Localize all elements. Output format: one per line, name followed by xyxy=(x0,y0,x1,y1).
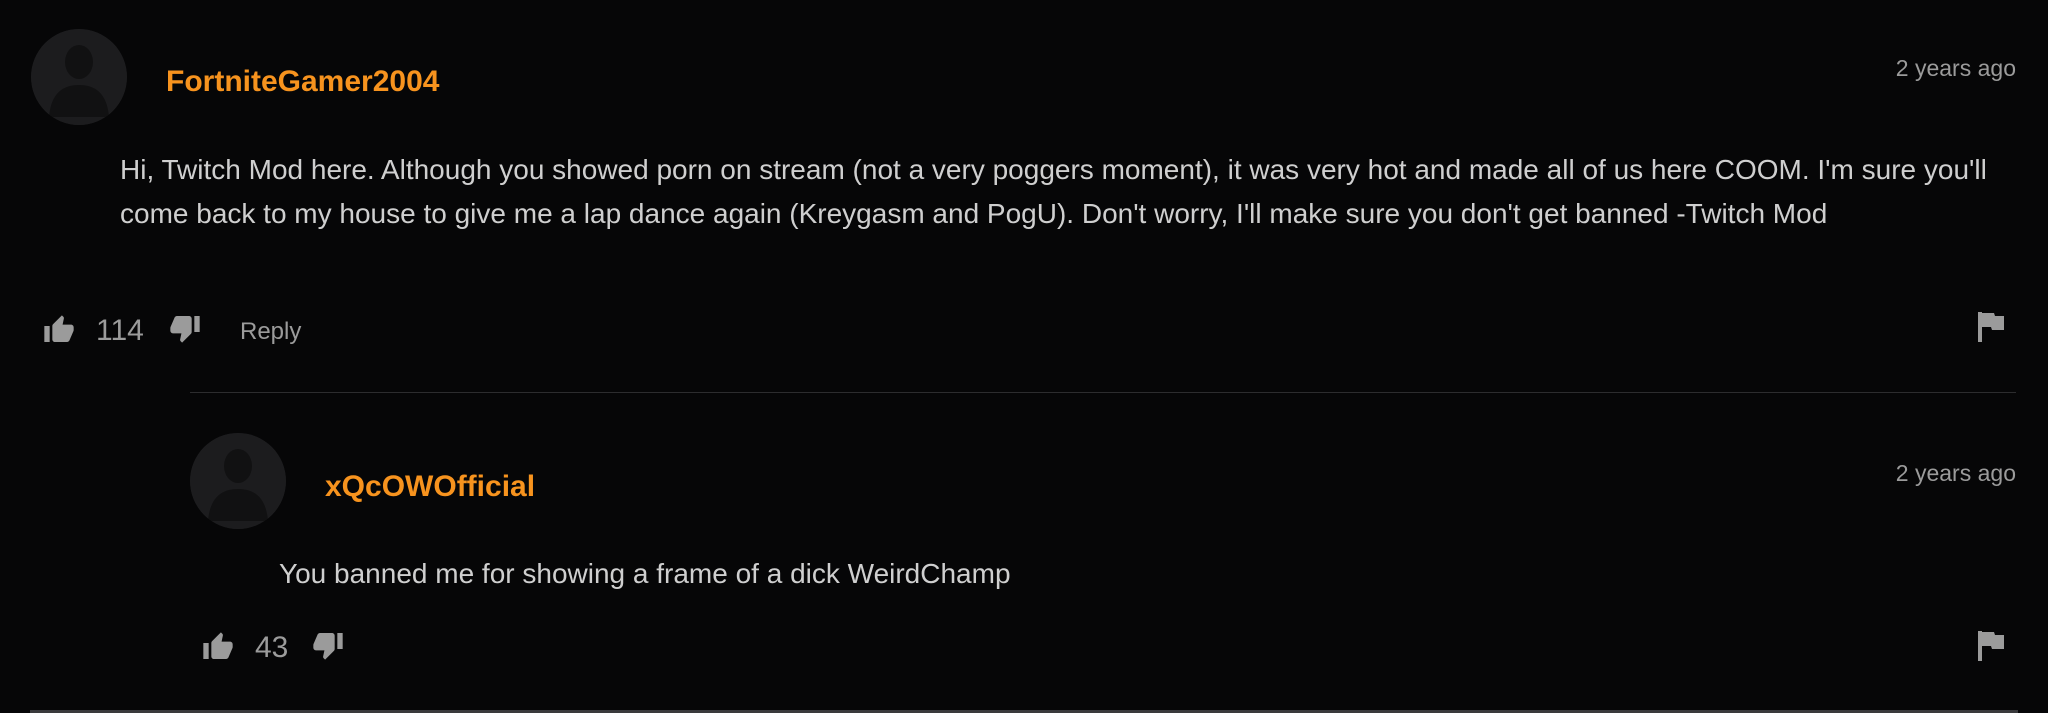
flag-icon[interactable] xyxy=(1978,631,2004,666)
user-avatar-icon[interactable] xyxy=(31,29,127,125)
comment-username[interactable]: xQcOWOfficial xyxy=(325,469,535,505)
reply-button[interactable]: Reply xyxy=(240,317,301,347)
thumbs-up-icon[interactable] xyxy=(42,314,76,351)
thumbs-up-icon[interactable] xyxy=(201,631,235,668)
comment-timestamp: 2 years ago xyxy=(1895,460,2016,486)
like-count: 43 xyxy=(255,631,289,664)
flag-icon[interactable] xyxy=(1978,312,2004,347)
user-avatar-icon[interactable] xyxy=(190,433,286,529)
comment-body: You banned me for showing a frame of a d… xyxy=(279,558,1011,589)
thumbs-down-icon[interactable] xyxy=(168,312,202,349)
comment-username[interactable]: FortniteGamer2004 xyxy=(166,64,439,100)
like-count: 114 xyxy=(96,314,144,347)
thread-divider xyxy=(190,392,2016,393)
comment-timestamp: 2 years ago xyxy=(1895,55,2016,81)
thumbs-down-icon[interactable] xyxy=(311,629,345,666)
comment-body: Hi, Twitch Mod here. Although you showed… xyxy=(120,154,1987,229)
comments-section: FortniteGamer2004 2 years ago Hi, Twitch… xyxy=(0,0,2048,713)
